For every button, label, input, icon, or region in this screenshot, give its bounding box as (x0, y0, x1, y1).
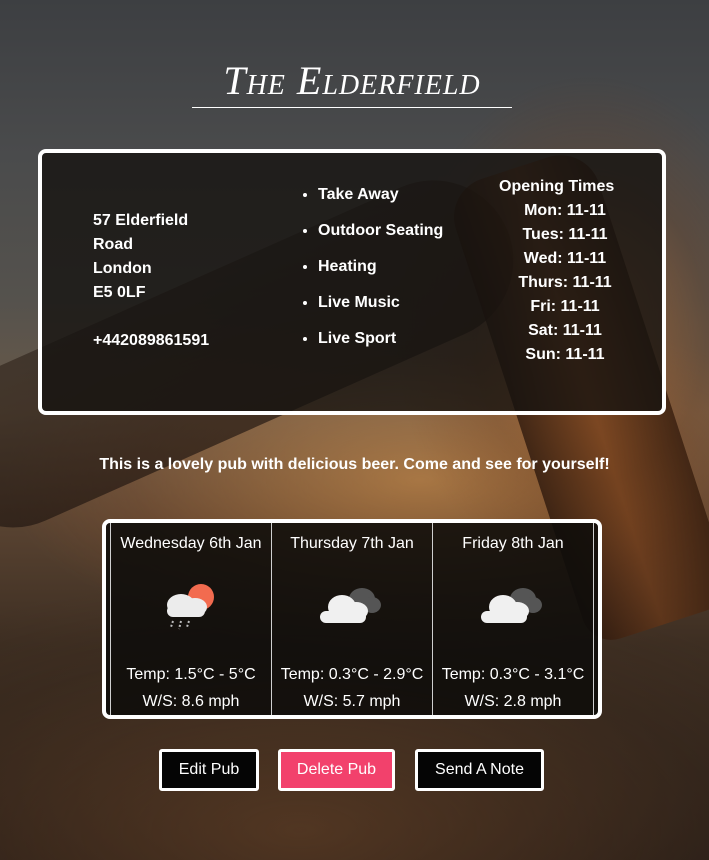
weather-day: Wednesday 6th Jan Temp: 1.5°C - 5°C W/S:… (110, 523, 272, 715)
pub-address: 57 Elderfield Road London E5 0LF +442089… (93, 209, 243, 353)
opening-times-heading: Opening Times (499, 178, 615, 195)
feature-item: Take Away (318, 183, 468, 207)
opening-day: Tues: 11-11 (522, 226, 608, 243)
opening-times: Opening Times Mon: 11-11 Tues: 11-11 Wed… (499, 175, 619, 367)
weather-temp: Temp: 1.5°C - 5°C (126, 666, 256, 683)
feature-item: Live Sport (318, 327, 468, 351)
opening-day: Wed: 11-11 (523, 250, 607, 267)
weather-day: Thursday 7th Jan Temp: 0.3°C - 2.9°C W/S… (272, 523, 433, 715)
pub-phone: +442089861591 (93, 332, 210, 349)
edit-pub-button[interactable]: Edit Pub (159, 749, 259, 791)
pub-features-list: Take Away Outdoor Seating Heating Live M… (296, 183, 468, 363)
weather-wind: W/S: 5.7 mph (303, 693, 401, 710)
weather-wind: W/S: 2.8 mph (464, 693, 562, 710)
opening-day: Sun: 11-11 (525, 346, 605, 363)
weather-temp: Temp: 0.3°C - 2.9°C (280, 666, 424, 683)
address-line: E5 0LF (93, 284, 146, 301)
weather-day: Friday 8th Jan Temp: 0.3°C - 3.1°C W/S: … (433, 523, 594, 715)
weather-date: Wednesday 6th Jan (120, 535, 262, 552)
opening-day: Sat: 11-11 (528, 322, 602, 339)
delete-pub-button[interactable]: Delete Pub (278, 749, 395, 791)
feature-item: Heating (318, 255, 468, 279)
address-line: Road (93, 236, 133, 253)
address-line: 57 Elderfield (93, 212, 189, 229)
address-line: London (93, 260, 152, 277)
weather-date: Thursday 7th Jan (290, 535, 414, 552)
opening-day: Mon: 11-11 (524, 202, 606, 219)
weather-wind: W/S: 8.6 mph (142, 693, 240, 710)
weather-date: Friday 8th Jan (462, 535, 564, 552)
opening-day: Fri: 11-11 (530, 298, 600, 315)
feature-item: Outdoor Seating (318, 219, 468, 243)
weather-temp: Temp: 0.3°C - 3.1°C (441, 666, 585, 683)
weather-forecast: Wednesday 6th Jan Temp: 1.5°C - 5°C W/S:… (102, 519, 602, 719)
send-note-button[interactable]: Send A Note (415, 749, 544, 791)
page-title: The Elderfield (192, 55, 512, 108)
feature-item: Live Music (318, 291, 468, 315)
opening-day: Thurs: 11-11 (518, 274, 612, 291)
pub-tagline: This is a lovely pub with delicious beer… (99, 456, 610, 473)
cloudy-icon (481, 588, 542, 623)
pub-info-card: 57 Elderfield Road London E5 0LF +442089… (38, 149, 666, 415)
cloudy-icon (320, 588, 381, 623)
rain-sun-cloud-icon (167, 584, 214, 630)
